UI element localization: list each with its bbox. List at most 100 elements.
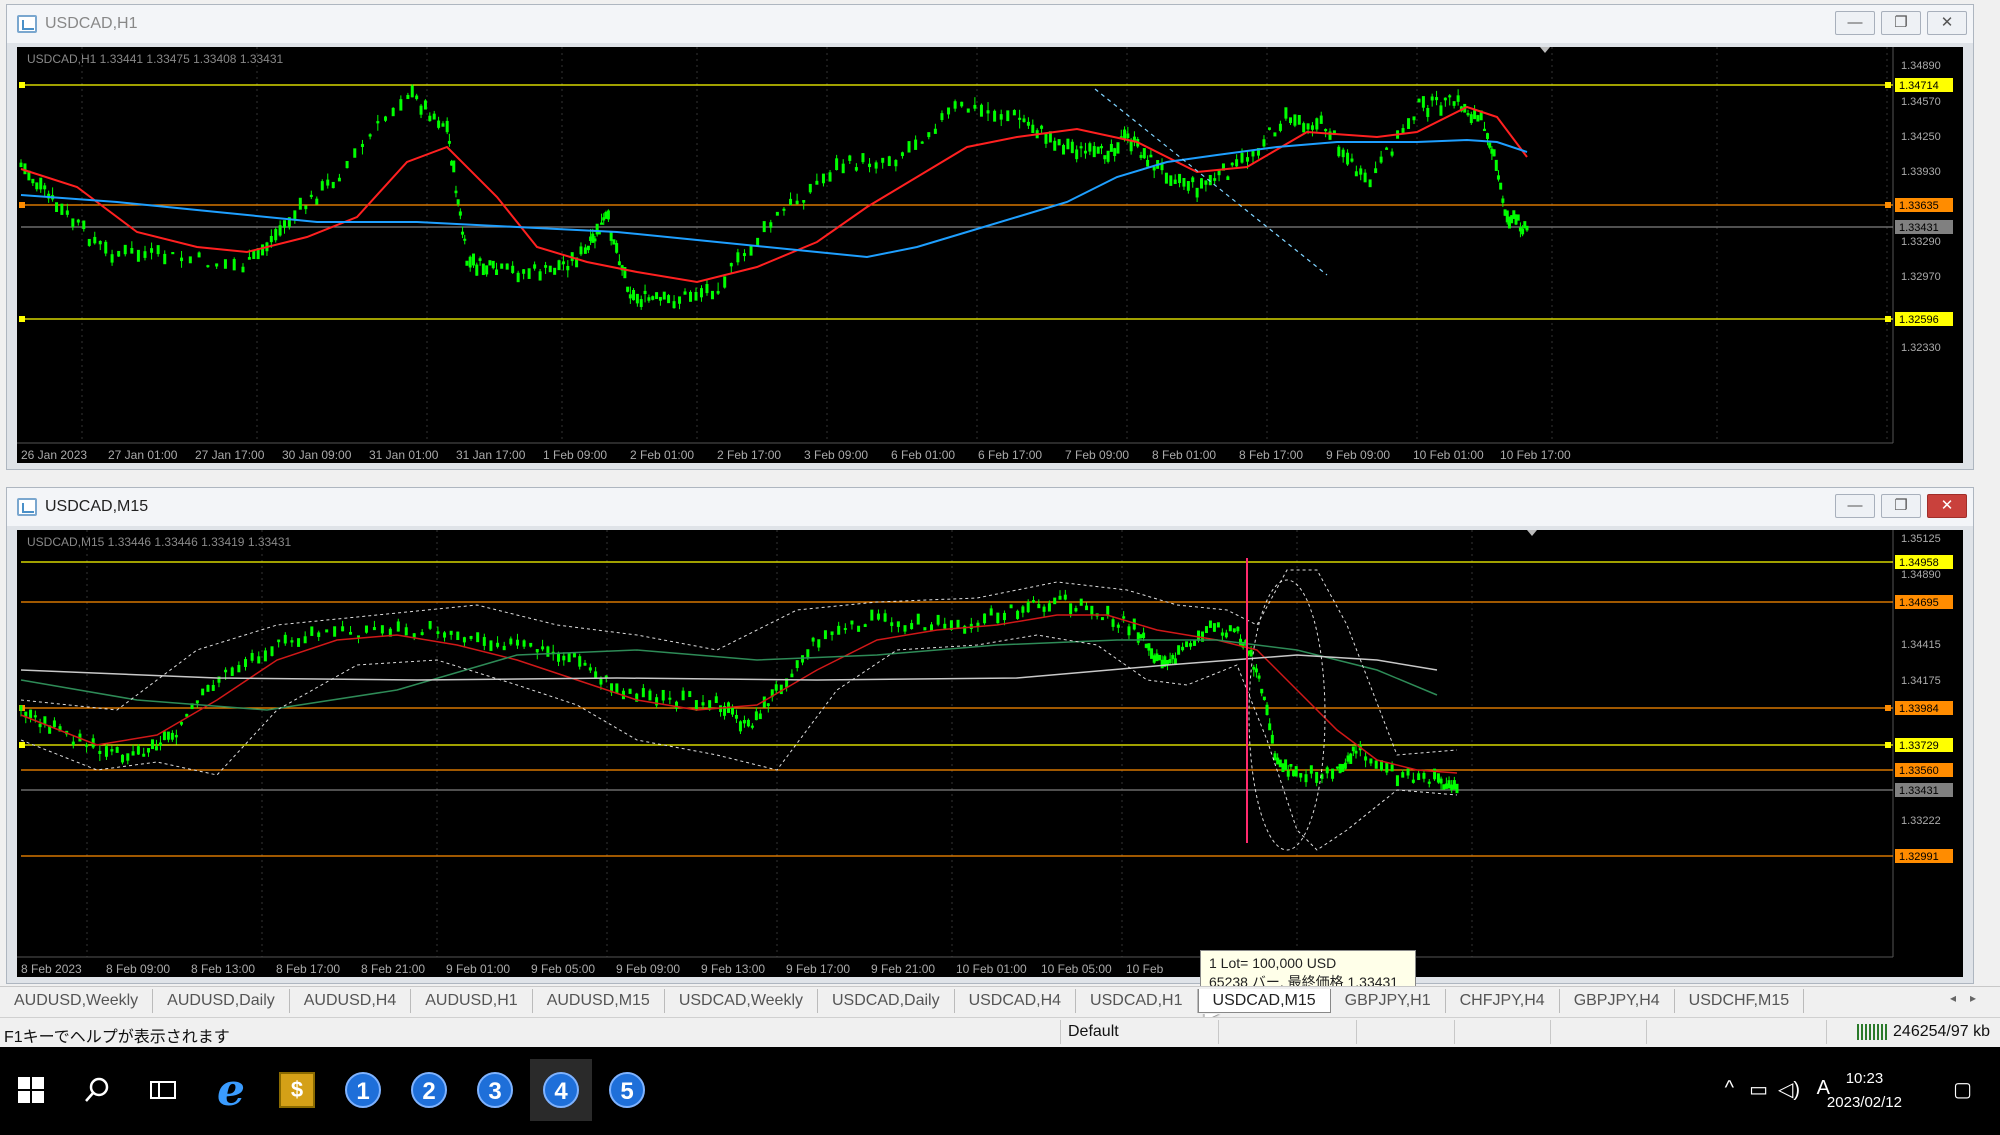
minimize-button[interactable]: — bbox=[1835, 11, 1875, 35]
candle-body bbox=[224, 669, 228, 673]
tab-audusd-weekly[interactable]: AUDUSD,Weekly bbox=[0, 988, 154, 1013]
line-handle[interactable] bbox=[1885, 742, 1891, 748]
price-chart-h1[interactable]: USDCAD,H1 1.33441 1.33475 1.33408 1.3343… bbox=[17, 47, 1963, 463]
candle-body bbox=[156, 245, 160, 255]
candle-body bbox=[535, 649, 539, 653]
tab-audusd-h4[interactable]: AUDUSD,H4 bbox=[290, 988, 412, 1013]
candle-body bbox=[1021, 606, 1025, 613]
chart-canvas[interactable]: USDCAD,H1 1.33441 1.33475 1.33408 1.3343… bbox=[17, 47, 1963, 465]
candle-body bbox=[468, 256, 472, 268]
taskbar-ie[interactable]: e bbox=[200, 1059, 262, 1121]
chart-tab-bar: AUDUSD,Weekly AUDUSD,Daily AUDUSD,H4 AUDUSD… bbox=[0, 986, 2000, 1014]
line-handle[interactable] bbox=[19, 742, 25, 748]
time-tick: 10 Feb 01:00 bbox=[956, 962, 1027, 976]
candle-body bbox=[795, 660, 799, 668]
candle-body bbox=[1292, 770, 1296, 777]
tab-usdchf-m15[interactable]: USDCHF,M15 bbox=[1675, 988, 1805, 1013]
chevron-up-icon[interactable]: ^ bbox=[1725, 1077, 1734, 1100]
price-label: 1.32596 bbox=[1899, 314, 1939, 326]
tab-gbpjpy-h4[interactable]: GBPJPY,H4 bbox=[1560, 988, 1675, 1013]
chart-window-usdcad-m15[interactable]: USDCAD,M15 — ❐ ✕ USDCAD,M15 1.33446 1.33… bbox=[6, 487, 1974, 984]
candle-body bbox=[667, 295, 671, 304]
tab-usdcad-m15[interactable]: USDCAD,M15 bbox=[1197, 988, 1331, 1013]
line-handle[interactable] bbox=[1885, 705, 1891, 711]
candle-body bbox=[243, 659, 247, 667]
taskbar-app-4[interactable]: 4 bbox=[530, 1059, 592, 1121]
time-tick: 6 Feb 01:00 bbox=[891, 448, 955, 462]
tab-chfjpy-h4[interactable]: CHFJPY,H4 bbox=[1446, 988, 1560, 1013]
time-tick: 9 Feb 17:00 bbox=[786, 962, 850, 976]
candle-body bbox=[1100, 617, 1104, 621]
candle-body bbox=[795, 200, 799, 205]
candle-body bbox=[940, 113, 944, 121]
candle-body bbox=[874, 162, 878, 169]
tab-usdcad-h4[interactable]: USDCAD,H4 bbox=[955, 988, 1077, 1013]
volume-icon[interactable]: ◁) bbox=[1778, 1077, 1800, 1102]
search-button[interactable] bbox=[66, 1059, 128, 1121]
window-titlebar[interactable]: USDCAD,M15 — ❐ ✕ bbox=[7, 488, 1973, 526]
notification-icon[interactable]: ▢ bbox=[1953, 1077, 1972, 1102]
maximize-button[interactable]: ❐ bbox=[1881, 11, 1921, 35]
candle-body bbox=[522, 269, 526, 274]
line-handle[interactable] bbox=[1885, 202, 1891, 208]
network-icon[interactable]: ▭ bbox=[1749, 1077, 1768, 1102]
line-handle[interactable] bbox=[1885, 316, 1891, 322]
ellipse-drawing[interactable] bbox=[1248, 579, 1326, 851]
candle-body bbox=[999, 114, 1003, 120]
candle-body bbox=[230, 667, 234, 676]
price-chart-m15[interactable]: USDCAD,M15 1.33446 1.33446 1.33419 1.334… bbox=[17, 530, 1963, 977]
taskbar-app-2[interactable]: 2 bbox=[398, 1059, 460, 1121]
line-handle[interactable] bbox=[19, 316, 25, 322]
tab-audusd-daily[interactable]: AUDUSD,Daily bbox=[153, 988, 290, 1013]
tab-audusd-h1[interactable]: AUDUSD,H1 bbox=[411, 988, 533, 1013]
taskbar-mt4[interactable]: $ bbox=[266, 1059, 328, 1121]
candle-body bbox=[808, 183, 812, 193]
start-button[interactable] bbox=[0, 1059, 62, 1121]
candle-body bbox=[1294, 766, 1298, 777]
app-badge-icon: 2 bbox=[411, 1072, 447, 1108]
candle-body bbox=[1149, 154, 1153, 158]
candle-body bbox=[1379, 156, 1383, 163]
candle-body bbox=[19, 162, 23, 168]
task-view-button[interactable] bbox=[132, 1059, 194, 1121]
candle-body bbox=[1230, 162, 1234, 166]
taskbar-app-1[interactable]: 1 bbox=[332, 1059, 394, 1121]
minimize-button[interactable]: — bbox=[1835, 494, 1875, 518]
candle-body bbox=[1193, 640, 1197, 646]
taskbar-app-3[interactable]: 3 bbox=[464, 1059, 526, 1121]
chart-canvas[interactable]: USDCAD,M15 1.33446 1.33446 1.33419 1.334… bbox=[17, 530, 1963, 979]
tab-gbpjpy-h1[interactable]: GBPJPY,H1 bbox=[1331, 988, 1446, 1013]
close-button[interactable]: ✕ bbox=[1927, 11, 1967, 35]
price-tick: 1.34175 bbox=[1901, 675, 1941, 687]
maximize-button[interactable]: ❐ bbox=[1881, 494, 1921, 518]
candle-body bbox=[738, 721, 742, 732]
tab-audusd-m15[interactable]: AUDUSD,M15 bbox=[533, 988, 665, 1013]
candle-body bbox=[1181, 646, 1185, 651]
tab-usdcad-weekly[interactable]: USDCAD,Weekly bbox=[665, 988, 818, 1013]
tab-usdcad-daily[interactable]: USDCAD,Daily bbox=[818, 988, 955, 1013]
moving-average-blue bbox=[20, 138, 1528, 259]
tab-usdcad-h1[interactable]: USDCAD,H1 bbox=[1076, 988, 1198, 1013]
price-tick: 1.33222 bbox=[1901, 815, 1941, 827]
line-handle[interactable] bbox=[19, 82, 25, 88]
candle-body bbox=[662, 291, 666, 300]
tab-scroll-arrows-icon[interactable]: ◂▸ bbox=[1950, 991, 1990, 1005]
candle-body bbox=[1132, 136, 1136, 141]
candle-body bbox=[232, 259, 236, 271]
line-handle[interactable] bbox=[19, 202, 25, 208]
candle-body bbox=[927, 132, 931, 138]
line-handle[interactable] bbox=[1885, 82, 1891, 88]
candle-body bbox=[333, 626, 337, 637]
candle-body bbox=[681, 690, 685, 701]
candle-body bbox=[206, 685, 210, 692]
candle-body bbox=[583, 247, 587, 254]
candle-body bbox=[1026, 121, 1030, 126]
window-titlebar[interactable]: USDCAD,H1 — ❐ ✕ bbox=[7, 5, 1973, 43]
taskbar-app-5[interactable]: 5 bbox=[596, 1059, 658, 1121]
candle-body bbox=[594, 671, 598, 679]
chart-window-usdcad-h1[interactable]: USDCAD,H1 — ❐ ✕ USDCAD,H1 1.33441 1.3347… bbox=[6, 4, 1974, 470]
candle-body bbox=[1354, 750, 1358, 754]
close-button[interactable]: ✕ bbox=[1927, 494, 1967, 518]
taskbar-clock[interactable]: 10:23 2023/02/12 bbox=[1827, 1067, 1902, 1115]
chart-shift-marker-icon bbox=[1540, 47, 1550, 53]
